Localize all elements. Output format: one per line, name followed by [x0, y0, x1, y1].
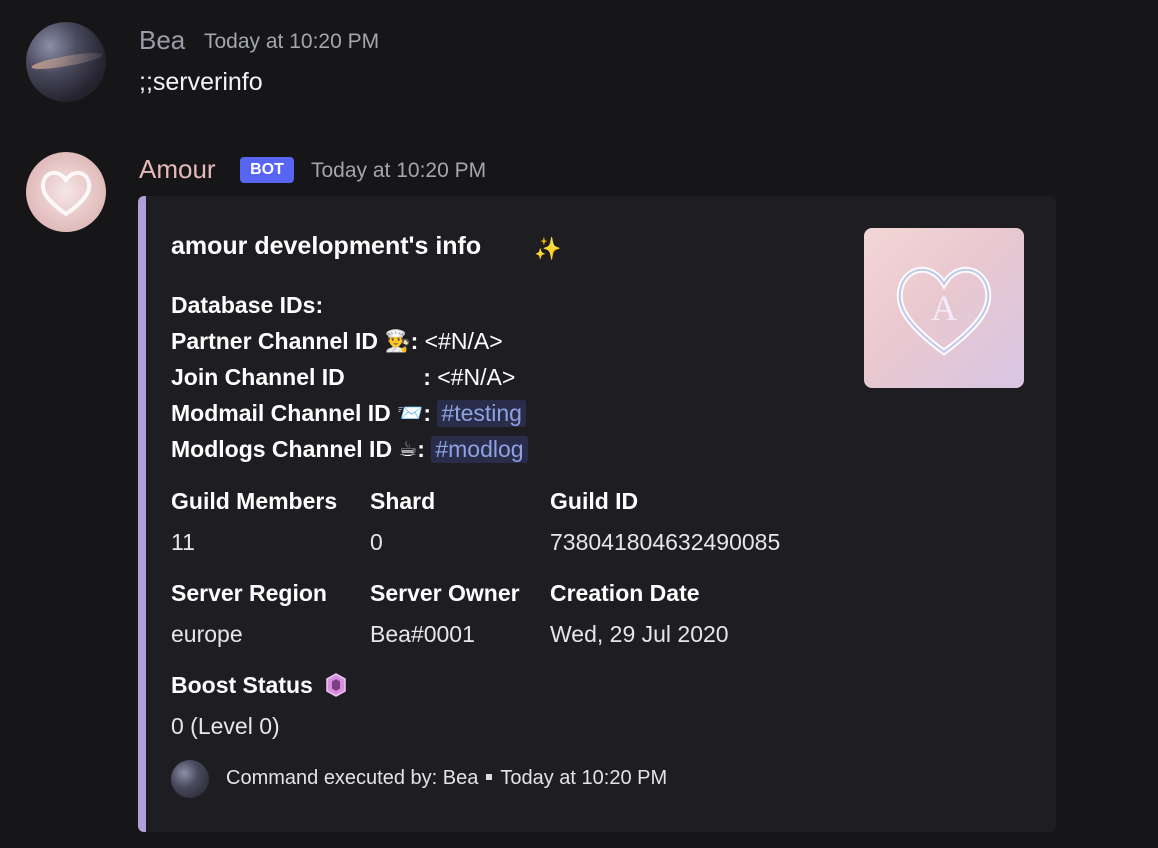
field-server-owner-name: Server Owner — [370, 580, 520, 606]
field-boost-status-value: 0 (Level 0) — [171, 713, 280, 739]
embed-footer: Command executed by: Bea Today at 10:20 P… — [226, 767, 667, 790]
footer-executor-text: Command executed by: Bea — [226, 767, 479, 789]
join-channel-label: Join Channel ID — [171, 364, 345, 390]
bot-badge: BOT — [240, 157, 294, 183]
modmail-channel-label: Modmail Channel ID — [171, 400, 391, 426]
nitro-gem-icon — [326, 673, 346, 697]
modlogs-channel-line: Modlogs Channel ID ☕: #modlog — [171, 436, 528, 463]
envelope-icon: 📨 — [397, 402, 424, 425]
amour-username[interactable]: Amour — [139, 154, 216, 185]
bea-username[interactable]: Bea — [139, 25, 185, 56]
field-guild-id-value: 738041804632490085 — [550, 529, 781, 555]
partner-channel-line: Partner Channel ID 👨‍🍳: <#N/A> — [171, 328, 503, 354]
embed-title: amour development's info — [171, 232, 482, 260]
field-server-region-value: europe — [171, 621, 243, 647]
field-guild-id-name: Guild ID — [550, 488, 639, 514]
database-ids-heading: Database IDs: — [171, 292, 324, 318]
message-timestamp: Today at 10:20 PM — [311, 159, 487, 182]
join-channel-line: Join Channel ID : <#N/A> — [171, 364, 516, 390]
boost-status-label: Boost Status — [171, 672, 313, 698]
heart-logo-icon: A — [896, 266, 992, 356]
heart-logo-icon — [40, 170, 92, 217]
amour-avatar[interactable] — [26, 152, 106, 232]
footer-timestamp: Today at 10:20 PM — [500, 767, 668, 789]
embed-accent-bar — [138, 196, 146, 832]
testing-channel-mention[interactable]: #testing — [437, 400, 526, 427]
bea-avatar[interactable] — [26, 22, 106, 102]
modlog-channel-mention[interactable]: #modlog — [431, 436, 528, 463]
message-timestamp: Today at 10:20 PM — [204, 30, 380, 53]
field-creation-date-value: Wed, 29 Jul 2020 — [550, 621, 729, 647]
embed-thumbnail[interactable]: A — [864, 228, 1024, 388]
server-info-embed: amour development's info ✨ A Database ID… — [138, 196, 1056, 832]
teacup-icon: ☕ — [398, 438, 418, 461]
sparkles-icon: ✨ — [534, 236, 562, 261]
modmail-channel-line: Modmail Channel ID 📨: #testing — [171, 400, 526, 427]
message-content: ;;serverinfo — [139, 68, 263, 96]
join-channel-value: <#N/A> — [437, 364, 516, 390]
svg-text:A: A — [931, 288, 957, 328]
field-shard-value: 0 — [370, 529, 383, 555]
chef-hat-icon: 👨‍🍳 — [384, 330, 411, 353]
partner-channel-value: <#N/A> — [424, 328, 503, 354]
field-boost-status-name: Boost Status — [171, 672, 347, 699]
field-creation-date-name: Creation Date — [550, 580, 700, 606]
field-server-owner-value: Bea#0001 — [370, 621, 475, 647]
partner-channel-label: Partner Channel ID — [171, 328, 379, 354]
field-shard-name: Shard — [370, 488, 436, 514]
field-guild-members-name: Guild Members — [171, 488, 338, 514]
footer-separator — [486, 774, 493, 780]
modlogs-channel-label: Modlogs Channel ID — [171, 436, 393, 462]
field-guild-members-value: 11 — [171, 529, 195, 555]
field-server-region-name: Server Region — [171, 580, 327, 606]
footer-avatar — [171, 760, 209, 798]
